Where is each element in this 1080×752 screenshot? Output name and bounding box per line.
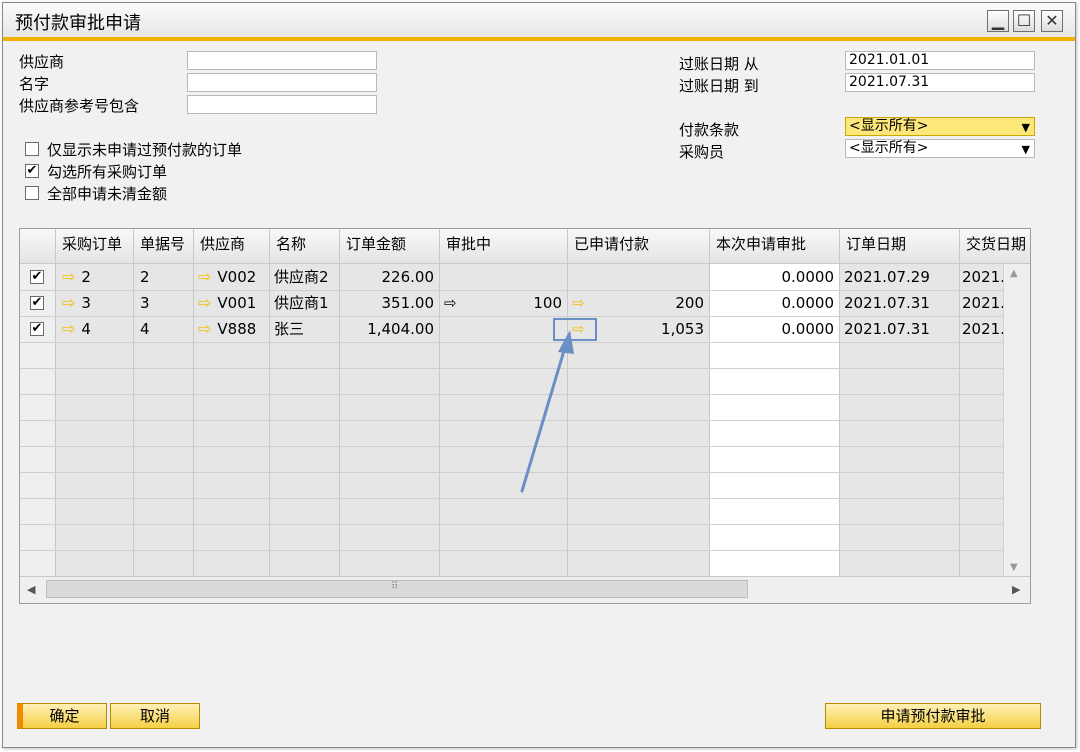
name-label: 名字 <box>19 75 50 93</box>
table-cell-doc: 3 <box>140 294 150 312</box>
unapplied-only-checkbox[interactable] <box>25 142 39 156</box>
buyer-label: 采购员 <box>679 143 725 161</box>
buyer-value: <显示所有> <box>849 140 929 156</box>
apply-all-open-checkbox[interactable] <box>25 186 39 200</box>
cancel-button[interactable]: 取消 <box>110 703 200 729</box>
apply-approval-button[interactable]: 申请预付款审批 <box>825 703 1041 729</box>
grip-icon: ⠿ <box>391 581 399 592</box>
link-arrow-icon[interactable]: ⇨ <box>62 290 75 316</box>
dialog-window: 预付款审批申请 ▁ ☐ ✕ 供应商 名字 供应商参考号包含 过账日期 从 202… <box>2 2 1076 748</box>
title-bar: 预付款审批申请 ▁ ☐ ✕ <box>3 3 1075 41</box>
table-cell-applied: 200 <box>675 294 704 312</box>
link-arrow-icon[interactable]: ⇨ <box>198 316 211 342</box>
table-cell-delivery-date: 2021.07.2 <box>962 268 1006 286</box>
table-cell-po[interactable]: ⇨ 4 <box>62 316 132 342</box>
grid-header-delivery-date[interactable]: 交货日期 <box>960 229 1030 264</box>
table-cell-pending: 100 <box>533 294 562 312</box>
grid-header-po[interactable]: 采购订单 <box>56 229 134 264</box>
table-cell-current[interactable]: 0.0000 <box>710 264 840 290</box>
payment-terms-dropdown[interactable]: <显示所有> ▼ <box>845 117 1035 136</box>
vendor-ref-label: 供应商参考号包含 <box>19 97 140 115</box>
table-cell-amount: 226.00 <box>381 268 435 286</box>
maximize-icon[interactable]: ☐ <box>1013 10 1035 32</box>
table-cell-vendor[interactable]: ⇨ V888 <box>198 316 270 342</box>
table-cell-vendor[interactable]: ⇨ V001 <box>198 290 270 316</box>
scroll-thumb[interactable]: ⠿ <box>46 580 748 598</box>
table-cell-order-date: 2021.07.31 <box>844 294 930 312</box>
table-cell-amount: 1,404.00 <box>367 320 434 338</box>
select-all-po-checkbox[interactable]: ✔ <box>25 164 39 178</box>
table-cell-name: 张三 <box>274 320 305 338</box>
grid-header-order-date[interactable]: 订单日期 <box>840 229 960 264</box>
post-date-from-field[interactable]: 2021.01.01 <box>845 51 1035 70</box>
table-cell-doc: 4 <box>140 320 150 338</box>
post-date-to-label: 过账日期 到 <box>679 77 759 95</box>
chevron-down-icon: ▼ <box>1021 121 1030 134</box>
grid-header-current[interactable]: 本次申请审批 <box>710 229 840 264</box>
annotation-arrow <box>520 330 574 493</box>
grid-header-amount[interactable]: 订单金额 <box>340 229 440 264</box>
grid-header-vendor[interactable]: 供应商 <box>194 229 270 264</box>
scroll-up-icon[interactable]: ▲ <box>1010 268 1018 279</box>
table-cell-doc: 2 <box>140 268 150 286</box>
post-date-from-label: 过账日期 从 <box>679 55 759 73</box>
link-arrow-icon[interactable]: ⇨ <box>444 290 464 316</box>
scroll-down-icon[interactable]: ▼ <box>1010 562 1018 573</box>
post-date-to-field[interactable]: 2021.07.31 <box>845 73 1035 92</box>
link-arrow-icon[interactable]: ⇨ <box>198 264 211 290</box>
table-cell-order-date: 2021.07.31 <box>844 320 930 338</box>
scroll-right-icon[interactable]: ▶ <box>1012 583 1020 596</box>
vendor-ref-field[interactable] <box>187 95 377 114</box>
purchase-order-grid: 采购订单 单据号 供应商 名称 订单金额 审批中 已申请付款 本次申请审批 订单… <box>19 228 1031 604</box>
link-arrow-icon[interactable]: ⇨ <box>62 316 75 342</box>
payment-terms-value: <显示所有> <box>849 118 929 134</box>
grid-header-applied[interactable]: 已申请付款 <box>568 229 710 264</box>
link-arrow-icon[interactable]: ⇨ <box>572 290 592 316</box>
table-cell-applied: 1,053 <box>661 320 704 338</box>
row-checkbox[interactable]: ✔ <box>30 270 44 284</box>
select-all-po-label: 勾选所有采购订单 <box>47 163 168 181</box>
table-cell-vendor[interactable]: ⇨ V002 <box>198 264 270 290</box>
vertical-scrollbar[interactable]: ▲ ▼ <box>1003 264 1030 577</box>
minimize-icon[interactable]: ▁ <box>987 10 1009 32</box>
link-arrow-icon[interactable]: ⇨ <box>62 264 75 290</box>
close-icon[interactable]: ✕ <box>1041 10 1063 32</box>
table-cell-name: 供应商2 <box>274 268 329 286</box>
unapplied-only-label: 仅显示未申请过预付款的订单 <box>47 141 243 159</box>
row-checkbox[interactable]: ✔ <box>30 296 44 310</box>
row-divider <box>20 550 1006 551</box>
horizontal-scrollbar[interactable]: ◀ ⠿ ▶ <box>20 576 1030 603</box>
row-divider <box>20 524 1006 525</box>
table-cell-po[interactable]: ⇨ 2 <box>62 264 132 290</box>
apply-all-open-label: 全部申请未清金额 <box>47 185 168 203</box>
chevron-down-icon: ▼ <box>1021 143 1030 156</box>
table-cell-delivery-date: 2021.07.3 <box>962 320 1006 338</box>
table-cell-order-date: 2021.07.29 <box>844 268 930 286</box>
name-field[interactable] <box>187 73 377 92</box>
grid-header-name[interactable]: 名称 <box>270 229 340 264</box>
table-cell-name: 供应商1 <box>274 294 329 312</box>
link-arrow-icon[interactable]: ⇨ <box>198 290 211 316</box>
buyer-dropdown[interactable]: <显示所有> ▼ <box>845 139 1035 158</box>
vendor-label: 供应商 <box>19 53 65 71</box>
scroll-left-icon[interactable]: ◀ <box>27 583 35 596</box>
grid-header-pending[interactable]: 审批中 <box>440 229 568 264</box>
table-cell-current[interactable]: 0.0000 <box>710 316 840 342</box>
grid-header-doc[interactable]: 单据号 <box>134 229 194 264</box>
window-title: 预付款审批申请 <box>15 13 141 34</box>
grid-header-check <box>20 229 56 264</box>
row-checkbox[interactable]: ✔ <box>30 322 44 336</box>
table-cell-current[interactable]: 0.0000 <box>710 290 840 316</box>
table-cell-delivery-date: 2021.07.3 <box>962 294 1006 312</box>
table-cell-amount: 351.00 <box>381 294 435 312</box>
vendor-field[interactable] <box>187 51 377 70</box>
table-cell-po[interactable]: ⇨ 3 <box>62 290 132 316</box>
payment-terms-label: 付款条款 <box>679 121 740 139</box>
ok-button[interactable]: 确定 <box>17 703 107 729</box>
